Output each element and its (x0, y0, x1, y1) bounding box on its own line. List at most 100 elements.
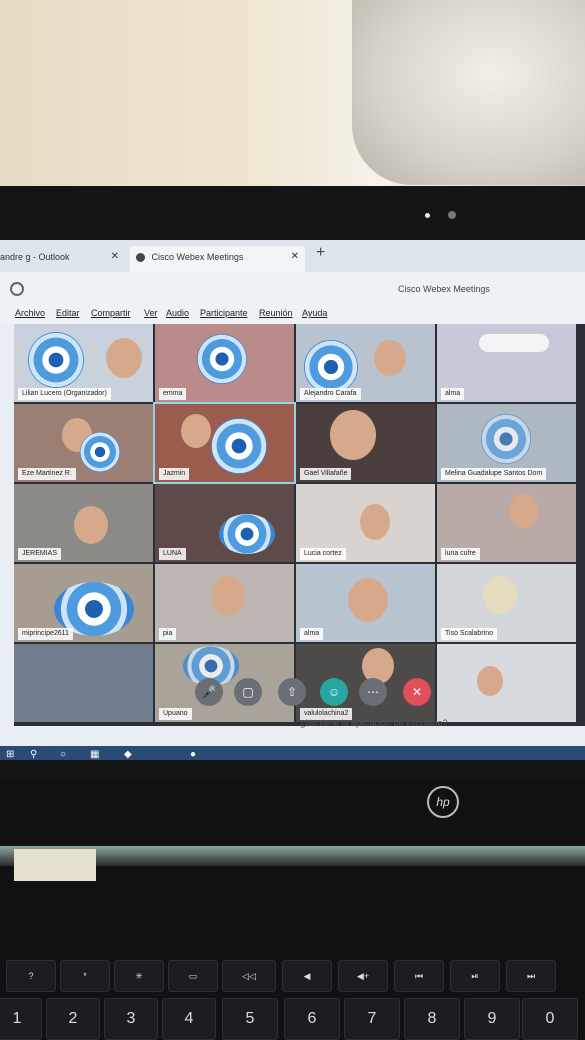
cortana-icon[interactable]: ○ (60, 749, 66, 760)
key[interactable]: 8 (404, 998, 460, 1040)
participant-face (477, 666, 503, 696)
video-grid: Lilian Lucero (Organizador) emma Alejand… (14, 324, 585, 726)
rosette (80, 432, 120, 472)
video-tile[interactable]: alma (437, 324, 576, 402)
window-title: Cisco Webex Meetings (398, 284, 490, 294)
laptop-screen: andre g - Outlook ✕ Cisco Webex Meetings… (0, 240, 585, 760)
key[interactable]: ⏯ (450, 960, 500, 992)
participant-name: pia (159, 628, 177, 640)
rosette (28, 332, 84, 388)
participant-face (106, 338, 142, 378)
video-tile[interactable]: pia (155, 564, 294, 642)
webcam-lens (448, 211, 456, 219)
end-call-icon[interactable]: ✕ (403, 678, 431, 706)
close-icon[interactable]: ✕ (291, 246, 299, 268)
video-tile[interactable]: Alejandro Carafa (296, 324, 435, 402)
menu-ayuda[interactable]: Ayuda (302, 308, 327, 318)
menu-editar[interactable]: Editar (56, 308, 80, 318)
windows-taskbar: ⊞ ⚲ ○ ▦ ◆ ● (0, 746, 585, 760)
key[interactable]: 5 (222, 998, 278, 1040)
video-tile[interactable] (14, 644, 153, 722)
participant-name: emma (159, 388, 187, 400)
curtain (352, 0, 585, 185)
video-tile[interactable]: miprincipe2611 (14, 564, 153, 642)
key[interactable]: ◀+ (338, 960, 388, 992)
tab-outlook[interactable]: andre g - Outlook ✕ (0, 246, 125, 272)
share-icon[interactable]: ⇧ (278, 678, 306, 706)
key[interactable]: ◀ (282, 960, 332, 992)
key[interactable]: 6 (284, 998, 340, 1040)
sticker (14, 849, 96, 881)
tab-webex[interactable]: Cisco Webex Meetings ✕ (130, 246, 305, 272)
participant-name: miprincipe2611 (18, 628, 73, 640)
participant-name: Jazmin (159, 468, 190, 480)
participant-name: Lucia cortez (300, 548, 346, 560)
task-view-icon[interactable]: ▦ (90, 749, 99, 760)
participant-name: luna cufre (441, 548, 480, 560)
participant-face (374, 340, 406, 376)
participant-face (330, 410, 376, 460)
key[interactable]: 0 (522, 998, 578, 1040)
new-tab-button[interactable]: + (316, 244, 325, 262)
participant-name: Lilian Lucero (Organizador) (18, 388, 111, 400)
key[interactable]: 7 (344, 998, 400, 1040)
video-tile[interactable]: LUNA (155, 484, 294, 562)
video-tile[interactable]: Upuano (155, 644, 294, 722)
video-tile-active[interactable]: Jazmin (153, 402, 296, 484)
video-icon[interactable]: ▢ (234, 678, 262, 706)
video-tile[interactable]: Gael Villafañe (296, 404, 435, 482)
key[interactable]: * (60, 960, 110, 992)
more-icon[interactable]: ⋯ (359, 678, 387, 706)
window-title-bar: Cisco Webex Meetings (0, 272, 585, 302)
video-tile[interactable]: Melina Guadalupe Santos Dom (437, 404, 576, 482)
video-tile[interactable]: Eze Martinez R. (14, 404, 153, 482)
menu-reunion[interactable]: Reunión (259, 308, 293, 318)
webex-taskbar-icon[interactable]: ● (190, 749, 196, 760)
video-tile[interactable] (437, 644, 576, 722)
participant-name: Eze Martinez R. (18, 468, 76, 480)
participant-face (181, 414, 211, 448)
rosette (197, 334, 247, 384)
tab-label: Cisco Webex Meetings (151, 252, 244, 262)
menu-compartir[interactable]: Compartir (91, 308, 131, 318)
video-tile[interactable]: JEREMIAS (14, 484, 153, 562)
key[interactable]: 2 (46, 998, 100, 1040)
mute-icon[interactable]: 🎤 (195, 678, 223, 706)
video-tile[interactable]: Tiso Scalabrino (437, 564, 576, 642)
video-tile[interactable]: luna cufre (437, 484, 576, 562)
menu-archivo[interactable]: Archivo (15, 308, 45, 318)
start-icon[interactable]: ⊞ (6, 749, 14, 760)
key[interactable]: 1 (0, 998, 42, 1040)
key[interactable]: 4 (162, 998, 216, 1040)
menu-participante[interactable]: Participante (200, 308, 248, 318)
key[interactable]: ⏮ (394, 960, 444, 992)
key[interactable]: ✳ (114, 960, 164, 992)
tab-label: andre g - Outlook (0, 252, 70, 262)
participants-icon[interactable]: ☺ (320, 678, 348, 706)
key[interactable]: 9 (464, 998, 520, 1040)
video-tile[interactable]: alma (296, 564, 435, 642)
key[interactable]: ◁◁ (222, 960, 276, 992)
participant-name: alma (441, 388, 465, 400)
desktop-app-hint[interactable]: ¿No tiene la aplicación de escritorio? (300, 718, 448, 728)
search-icon[interactable]: ⚲ (30, 749, 37, 760)
menu-audio[interactable]: Audio (166, 308, 189, 318)
rosette (219, 514, 275, 554)
video-tile[interactable]: emma (155, 324, 294, 402)
dropbox-icon[interactable]: ◆ (124, 749, 132, 760)
video-tile[interactable]: Lucia cortez (296, 484, 435, 562)
participant-face (348, 578, 388, 622)
key[interactable]: ⏭ (506, 960, 556, 992)
key[interactable]: ▭ (168, 960, 218, 992)
rosette (481, 414, 531, 464)
close-icon[interactable]: ✕ (111, 246, 119, 268)
browser-tab-bar: andre g - Outlook ✕ Cisco Webex Meetings… (0, 240, 585, 272)
video-tile[interactable]: Lilian Lucero (Organizador) (14, 324, 153, 402)
rosette (304, 340, 358, 394)
key[interactable]: ? (6, 960, 56, 992)
key[interactable]: 3 (104, 998, 158, 1040)
participant-face (483, 576, 517, 614)
menu-ver[interactable]: Ver (144, 308, 158, 318)
participant-name: alma (300, 628, 324, 640)
view-toolbar[interactable] (479, 334, 549, 352)
